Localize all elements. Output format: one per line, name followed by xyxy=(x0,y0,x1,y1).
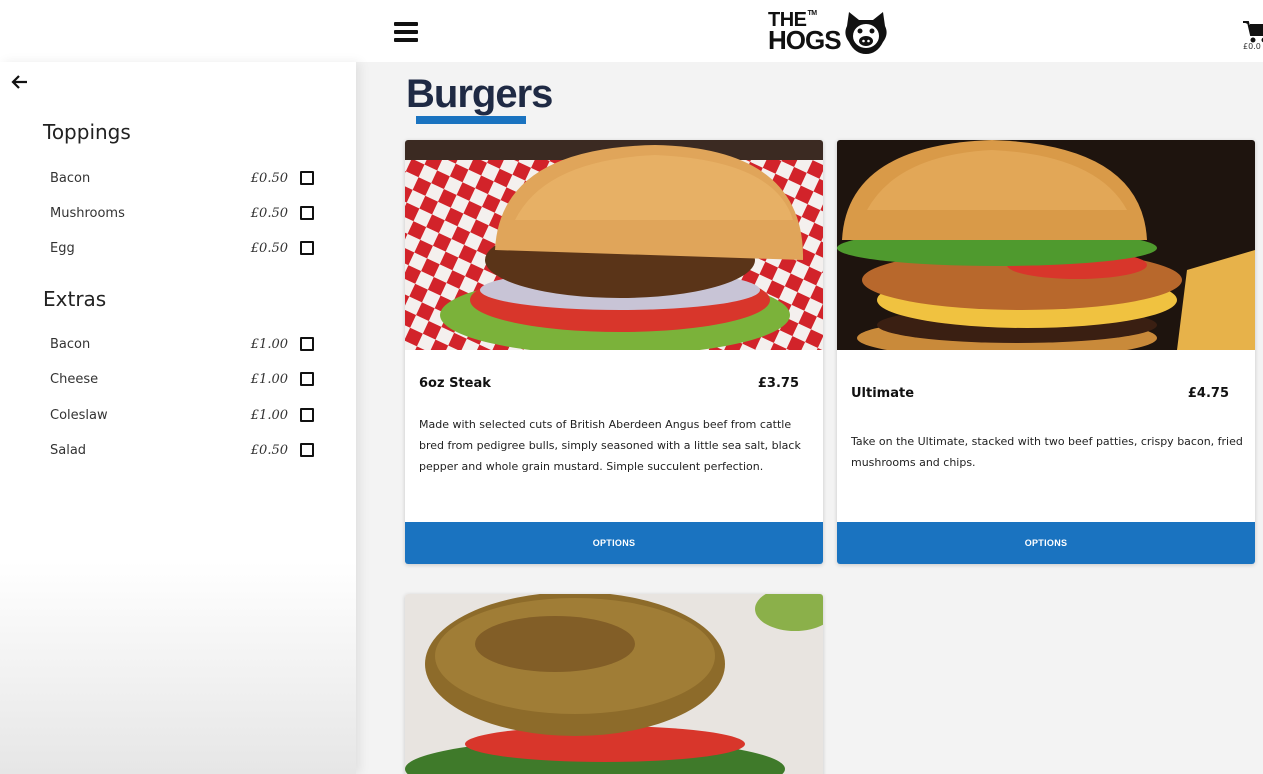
logo-wordmark: THETM HOGS xyxy=(768,10,842,56)
option-name: Egg xyxy=(50,240,75,256)
extra-row-bacon[interactable]: Bacon £1.00 xyxy=(50,334,314,354)
option-name: Coleslaw xyxy=(50,407,108,423)
extras-title: Extras xyxy=(43,287,107,311)
option-name: Salad xyxy=(50,442,87,458)
option-name: Cheese xyxy=(50,371,99,387)
hamburger-menu-icon[interactable] xyxy=(394,22,418,42)
option-price: £0.50 xyxy=(250,240,288,256)
option-checkbox[interactable] xyxy=(300,408,314,422)
cart-total: £0.0 xyxy=(1243,42,1261,51)
product-card-veggie[interactable] xyxy=(405,594,823,774)
product-description: Made with selected cuts of British Aberd… xyxy=(419,418,801,473)
product-price: £4.75 xyxy=(1187,386,1229,401)
topping-row-bacon[interactable]: Bacon £0.50 xyxy=(50,168,314,188)
toppings-title: Toppings xyxy=(43,120,131,144)
option-checkbox[interactable] xyxy=(300,372,314,386)
option-checkbox[interactable] xyxy=(300,171,314,185)
option-price: £0.50 xyxy=(250,205,288,221)
extra-row-cheese[interactable]: Cheese £1.00 xyxy=(50,369,314,389)
extra-row-coleslaw[interactable]: Coleslaw £1.00 xyxy=(50,405,314,425)
logo-hogs-text: HOGS xyxy=(768,25,842,56)
option-price: £0.50 xyxy=(250,442,288,458)
options-button[interactable]: OPTIONS xyxy=(837,522,1255,564)
burger-image xyxy=(837,140,1255,350)
option-name: Bacon xyxy=(50,336,91,352)
product-card-ultimate[interactable]: Ultimate £4.75 Take on the Ultimate, sta… xyxy=(837,140,1255,564)
option-price: £1.00 xyxy=(250,336,288,352)
product-card-6oz-steak[interactable]: 6oz Steak £3.75 Made with selected cuts … xyxy=(405,140,823,564)
product-price: £3.75 xyxy=(757,376,799,391)
extra-row-salad[interactable]: Salad £0.50 xyxy=(50,440,314,460)
product-name: Ultimate xyxy=(851,386,915,401)
logo-tm-text: TM xyxy=(807,10,818,18)
option-name: Bacon xyxy=(50,170,91,186)
topping-row-egg[interactable]: Egg £0.50 xyxy=(50,238,314,258)
option-checkbox[interactable] xyxy=(300,443,314,457)
options-button[interactable]: OPTIONS xyxy=(405,522,823,564)
back-arrow-icon[interactable] xyxy=(10,72,30,92)
topping-row-mushrooms[interactable]: Mushrooms £0.50 xyxy=(50,203,314,223)
app-header: THETM HOGS £0.0 xyxy=(0,0,1263,62)
option-checkbox[interactable] xyxy=(300,241,314,255)
option-price: £1.00 xyxy=(250,371,288,387)
option-name: Mushrooms xyxy=(50,205,125,221)
option-price: £1.00 xyxy=(250,407,288,423)
page-title: Burgers xyxy=(406,72,553,116)
brand-logo[interactable]: THETM HOGS xyxy=(768,6,889,58)
option-checkbox[interactable] xyxy=(300,337,314,351)
option-checkbox[interactable] xyxy=(300,206,314,220)
option-price: £0.50 xyxy=(250,170,288,186)
title-underline xyxy=(416,116,526,124)
pig-logo-icon xyxy=(844,12,887,54)
burger-image xyxy=(405,140,823,350)
options-sidebar: Toppings Bacon £0.50 Mushrooms £0.50 Egg… xyxy=(0,62,356,774)
product-name: 6oz Steak xyxy=(419,376,491,391)
burger-image xyxy=(405,594,823,774)
product-description: Take on the Ultimate, stacked with two b… xyxy=(851,435,1243,469)
